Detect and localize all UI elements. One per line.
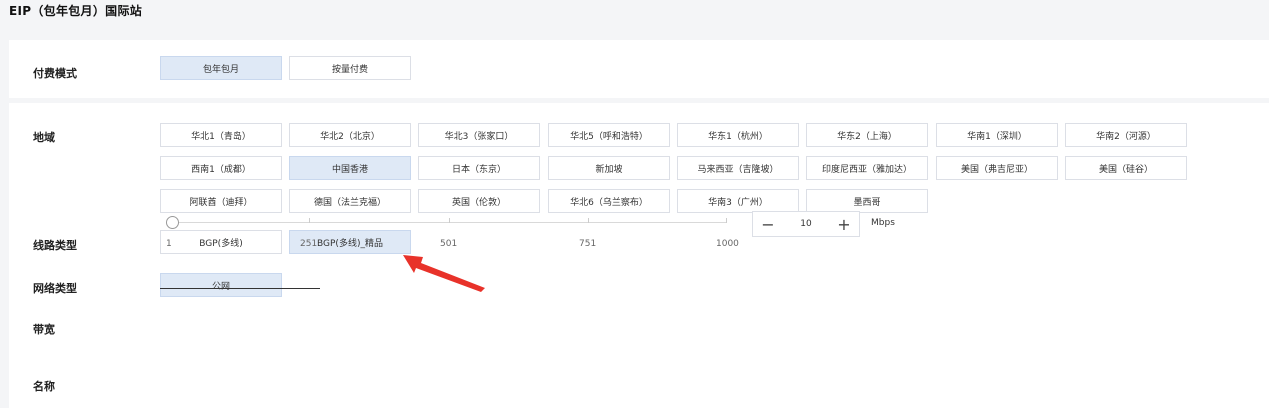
region-option[interactable]: 美国（弗吉尼亚） bbox=[936, 156, 1058, 180]
bandwidth-stepper: − 10 + bbox=[752, 211, 860, 237]
region-option[interactable]: 华北5（呼和浩特） bbox=[548, 123, 670, 147]
region-option-selected[interactable]: 中国香港 bbox=[289, 156, 411, 180]
region-option[interactable]: 华北3（张家口） bbox=[418, 123, 540, 147]
region-option[interactable]: 华北6（乌兰察布） bbox=[548, 189, 670, 213]
bandwidth-slider-handle[interactable] bbox=[166, 216, 179, 229]
line-type-label: 线路类型 bbox=[33, 239, 77, 252]
region-option[interactable]: 华南2（河源） bbox=[1065, 123, 1187, 147]
slider-tick bbox=[726, 218, 727, 223]
region-option[interactable]: 阿联酋（迪拜） bbox=[160, 189, 282, 213]
name-label: 名称 bbox=[33, 380, 55, 393]
region-option[interactable]: 印度尼西亚（雅加达） bbox=[806, 156, 928, 180]
slider-tick-label: 1 bbox=[166, 239, 172, 249]
bandwidth-unit: Mbps bbox=[871, 218, 895, 228]
network-type-option-public[interactable]: 公网 bbox=[160, 273, 282, 297]
region-label: 地域 bbox=[33, 131, 55, 144]
page-title: EIP（包年包月）国际站 bbox=[9, 4, 143, 18]
region-option[interactable]: 华南3（广州） bbox=[677, 189, 799, 213]
network-type-label: 网络类型 bbox=[33, 282, 77, 295]
billing-option-subscription[interactable]: 包年包月 bbox=[160, 56, 282, 80]
region-option[interactable]: 西南1（成都） bbox=[160, 156, 282, 180]
billing-card: 付费模式 包年包月 按量付费 bbox=[9, 40, 1269, 98]
slider-tick bbox=[309, 218, 310, 223]
increment-button[interactable]: + bbox=[829, 212, 859, 236]
billing-label: 付费模式 bbox=[33, 67, 77, 80]
slider-tick bbox=[588, 218, 589, 223]
region-option[interactable]: 华北2（北京） bbox=[289, 123, 411, 147]
slider-tick-label: 751 bbox=[579, 239, 597, 249]
region-option[interactable]: 华东1（杭州） bbox=[677, 123, 799, 147]
region-option[interactable]: 日本（东京） bbox=[418, 156, 540, 180]
region-option[interactable]: 墨西哥 bbox=[806, 189, 928, 213]
decrement-button[interactable]: − bbox=[753, 212, 783, 236]
slider-tick bbox=[449, 218, 450, 223]
region-option[interactable]: 美国（硅谷） bbox=[1065, 156, 1187, 180]
name-input[interactable] bbox=[160, 288, 320, 289]
arrow-annotation-icon bbox=[403, 255, 485, 292]
billing-option-pay-as-you-go[interactable]: 按量付费 bbox=[289, 56, 411, 80]
line-type-option-bgp[interactable]: BGP(多线) bbox=[160, 230, 282, 254]
region-option[interactable]: 德国（法兰克福） bbox=[289, 189, 411, 213]
region-option[interactable]: 华南1（深圳） bbox=[936, 123, 1058, 147]
slider-tick-label: 1000 bbox=[716, 239, 739, 249]
bandwidth-value-input[interactable]: 10 bbox=[783, 219, 829, 229]
config-card: 地域 华北1（青岛） 华北2（北京） 华北3（张家口） 华北5（呼和浩特） 华东… bbox=[9, 103, 1269, 408]
slider-tick-label: 251 bbox=[300, 239, 318, 249]
region-option[interactable]: 华东2（上海） bbox=[806, 123, 928, 147]
region-option[interactable]: 英国（伦敦） bbox=[418, 189, 540, 213]
bandwidth-label: 带宽 bbox=[33, 323, 55, 336]
region-option[interactable]: 新加坡 bbox=[548, 156, 670, 180]
region-option[interactable]: 华北1（青岛） bbox=[160, 123, 282, 147]
region-option[interactable]: 马来西亚（吉隆坡） bbox=[677, 156, 799, 180]
